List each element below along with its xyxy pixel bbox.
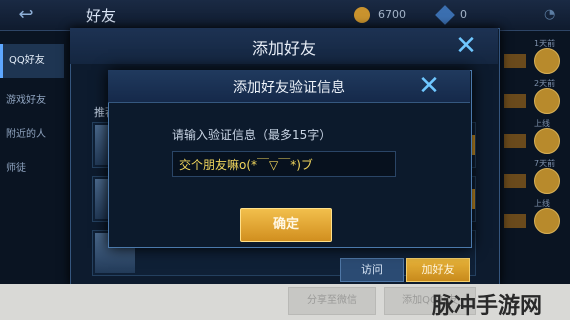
list-item: 2天前 bbox=[500, 79, 570, 120]
coin-value: 6700 bbox=[378, 8, 406, 21]
verify-message-input[interactable] bbox=[172, 151, 396, 177]
sidebar-item-nearby[interactable]: 附近的人 bbox=[0, 118, 64, 152]
confirm-button[interactable]: 确定 bbox=[240, 208, 332, 242]
add-friend-button[interactable]: 加好友 bbox=[406, 258, 470, 282]
rank-badge bbox=[504, 174, 526, 188]
list-item: 上线 bbox=[500, 199, 570, 240]
share-wechat-button[interactable]: 分享至微信 bbox=[288, 287, 376, 315]
back-arrow-icon[interactable]: ↩ bbox=[6, 4, 46, 26]
list-item: 7天前 bbox=[500, 159, 570, 200]
avatar bbox=[534, 128, 560, 154]
close-icon[interactable]: ✕ bbox=[414, 72, 444, 100]
close-icon[interactable]: ✕ bbox=[452, 32, 480, 60]
page-title: 好友 bbox=[86, 7, 117, 25]
avatar bbox=[534, 88, 560, 114]
rank-badge bbox=[504, 54, 526, 68]
visit-button[interactable]: 访问 bbox=[340, 258, 404, 282]
sidebar-item-game-friends[interactable]: 游戏好友 bbox=[0, 84, 64, 118]
avatar bbox=[534, 208, 560, 234]
coin-icon bbox=[354, 7, 370, 23]
verify-input-label: 请输入验证信息（最多15字） bbox=[172, 128, 332, 142]
sidebar-item-mentor[interactable]: 师徒 bbox=[0, 152, 64, 186]
add-friend-title: 添加好友 bbox=[251, 39, 316, 58]
avatar bbox=[534, 48, 560, 74]
sidebar-item-qq-friends[interactable]: QQ好友 bbox=[0, 44, 64, 78]
wifi-icon: ◔ bbox=[544, 7, 556, 22]
list-item: 上线 bbox=[500, 119, 570, 160]
rank-badge bbox=[504, 214, 526, 228]
list-item: 1天前 bbox=[500, 39, 570, 80]
gem-value: 0 bbox=[460, 8, 467, 21]
rank-badge bbox=[504, 94, 526, 108]
watermark: 脉冲手游网 bbox=[432, 294, 543, 319]
avatar bbox=[534, 168, 560, 194]
rank-badge bbox=[504, 134, 526, 148]
